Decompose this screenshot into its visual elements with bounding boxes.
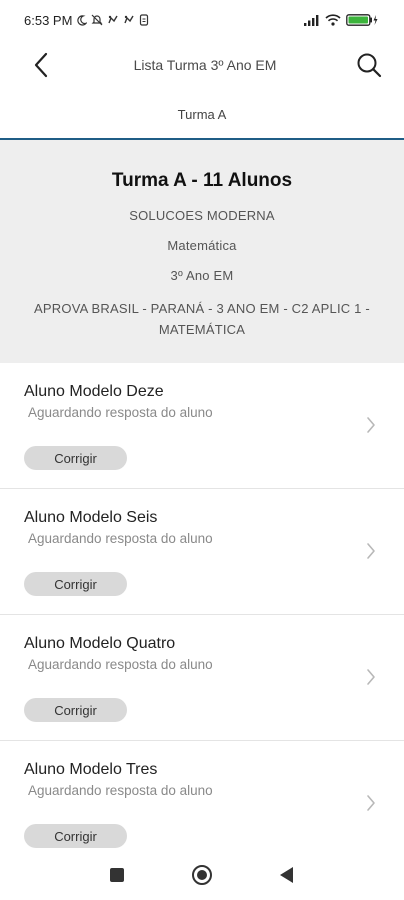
list-item[interactable]: Aluno Modelo Deze Aguardando resposta do… — [0, 363, 404, 489]
status-bar: 6:53 PM — [0, 0, 404, 40]
system-nav-bar — [0, 850, 404, 900]
tab-turma-a[interactable]: Turma A — [0, 90, 404, 140]
chevron-right-icon — [367, 669, 375, 685]
student-status: Aguardando resposta do aluno — [28, 405, 213, 420]
search-icon — [357, 53, 382, 78]
app-notification-icon — [108, 15, 119, 24]
sim-icon — [140, 14, 149, 26]
correct-button[interactable]: Corrigir — [24, 698, 127, 722]
back-nav-icon[interactable] — [279, 866, 295, 884]
student-list: Aluno Modelo Deze Aguardando resposta do… — [0, 363, 404, 867]
subject-name: Matemática — [167, 238, 237, 253]
wifi-icon — [325, 14, 341, 26]
status-right — [304, 14, 380, 26]
student-name: Aluno Modelo Tres — [24, 761, 158, 778]
chevron-right-icon — [367, 543, 375, 559]
student-name: Aluno Modelo Seis — [24, 509, 158, 526]
screen: 6:53 PM Lista Turma 3º Ano EM Turma A Tu… — [0, 0, 404, 900]
battery-charging-icon — [346, 14, 378, 26]
correct-button[interactable]: Corrigir — [24, 446, 127, 470]
status-left: 6:53 PM — [24, 13, 149, 28]
correct-button[interactable]: Corrigir — [24, 572, 127, 596]
grade-name: 3º Ano EM — [170, 268, 234, 283]
list-item[interactable]: Aluno Modelo Quatro Aguardando resposta … — [0, 615, 404, 741]
chevron-right-icon — [367, 795, 375, 811]
search-button[interactable] — [352, 48, 386, 82]
page-title: Lista Turma 3º Ano EM — [133, 57, 277, 73]
student-name: Aluno Modelo Quatro — [24, 635, 176, 652]
assessment-name: APROVA BRASIL - PARANÁ - 3 ANO EM - C2 A… — [34, 301, 370, 337]
bell-off-icon — [91, 14, 103, 26]
status-time: 6:53 PM — [24, 12, 73, 28]
back-button[interactable] — [24, 48, 58, 82]
student-name: Aluno Modelo Deze — [24, 383, 164, 400]
list-item[interactable]: Aluno Modelo Seis Aguardando resposta do… — [0, 489, 404, 615]
student-status: Aguardando resposta do aluno — [28, 657, 213, 672]
list-item[interactable]: Aluno Modelo Tres Aguardando resposta do… — [0, 741, 404, 867]
student-status: Aguardando resposta do aluno — [28, 783, 213, 798]
class-title: Turma A - 11 Alunos — [111, 170, 293, 191]
tab-label: Turma A — [177, 106, 227, 122]
status-notification-icons — [76, 14, 149, 26]
signal-icon — [304, 15, 319, 26]
class-summary-card: Turma A - 11 Alunos SOLUCOES MODERNA Mat… — [0, 140, 404, 363]
moon-icon — [77, 14, 88, 26]
back-arrow-icon — [34, 52, 48, 78]
app-bar: Lista Turma 3º Ano EM — [0, 40, 404, 90]
school-name: SOLUCOES MODERNA — [129, 208, 275, 223]
chevron-right-icon — [367, 417, 375, 433]
home-icon[interactable] — [191, 864, 213, 886]
student-status: Aguardando resposta do aluno — [28, 531, 213, 546]
recent-apps-icon[interactable] — [109, 867, 125, 883]
correct-button[interactable]: Corrigir — [24, 824, 127, 848]
app-notification-icon — [124, 15, 135, 24]
